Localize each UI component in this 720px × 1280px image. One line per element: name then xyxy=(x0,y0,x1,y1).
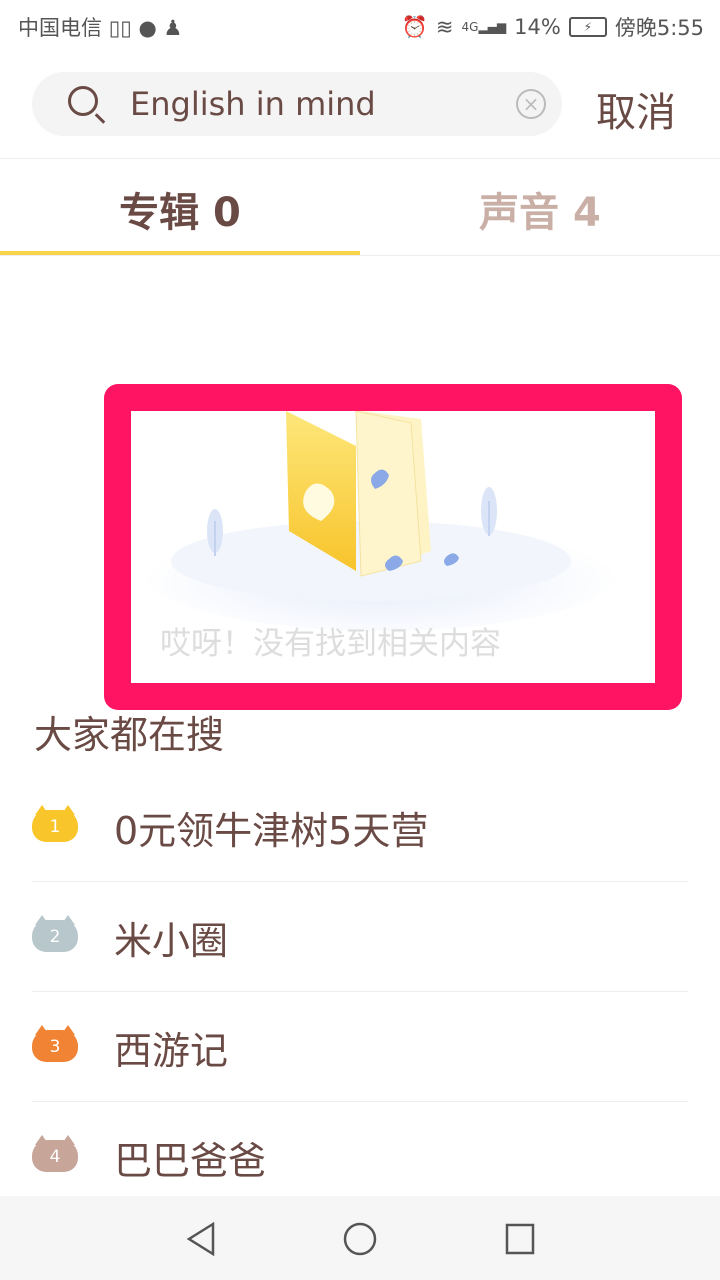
alarm-icon: ⏰ xyxy=(401,14,428,39)
rank-badge: 3 xyxy=(32,1025,78,1062)
rank-badge: 4 xyxy=(32,1135,78,1172)
rank-badge: 1 xyxy=(32,805,78,842)
hot-search-label: 巴巴爸爸 xyxy=(114,1139,267,1183)
highlight-frame xyxy=(104,384,682,710)
hot-search-label: 米小圈 xyxy=(114,919,229,963)
clock: 傍晚5:55 xyxy=(614,16,704,40)
signal-icon: 4G▂▄▆ xyxy=(461,20,507,34)
hot-search-title: 大家都在搜 xyxy=(34,713,225,757)
carrier: 中国电信 xyxy=(18,16,102,40)
battery-level: 14% xyxy=(514,15,561,39)
hot-search-item[interactable]: 2 米小圈 xyxy=(32,882,688,992)
cancel-button[interactable]: 取消 xyxy=(596,80,676,138)
search-input[interactable] xyxy=(130,80,490,128)
hot-search-item[interactable]: 3 西游记 xyxy=(32,992,688,1102)
ting-icon: ▯▯ ● ♟ xyxy=(108,16,183,40)
divider xyxy=(0,255,720,256)
home-button[interactable] xyxy=(343,1222,377,1260)
hot-search-label: 0元领牛津树5天营 xyxy=(114,809,429,853)
divider xyxy=(0,158,720,159)
search-bar: × xyxy=(32,72,562,136)
tab-albums[interactable]: 专辑 0 xyxy=(0,180,360,238)
hot-search-item[interactable]: 1 0元领牛津树5天营 xyxy=(32,772,688,882)
navigation-bar xyxy=(0,1196,720,1280)
tab-sounds[interactable]: 声音 4 xyxy=(360,180,720,238)
search-icon xyxy=(68,86,98,116)
recents-button[interactable] xyxy=(505,1222,535,1260)
back-button[interactable] xyxy=(186,1221,216,1260)
rank-badge: 2 xyxy=(32,915,78,952)
status-bar: 中国电信 ▯▯ ● ♟ ⏰ ≋ 4G▂▄▆ 14% ⚡ 傍晚5:55 xyxy=(0,0,720,52)
wifi-icon: ≋ xyxy=(435,15,454,39)
hot-search-label: 西游记 xyxy=(114,1029,229,1073)
battery-icon: ⚡ xyxy=(568,17,607,37)
clear-icon[interactable]: × xyxy=(516,89,546,119)
